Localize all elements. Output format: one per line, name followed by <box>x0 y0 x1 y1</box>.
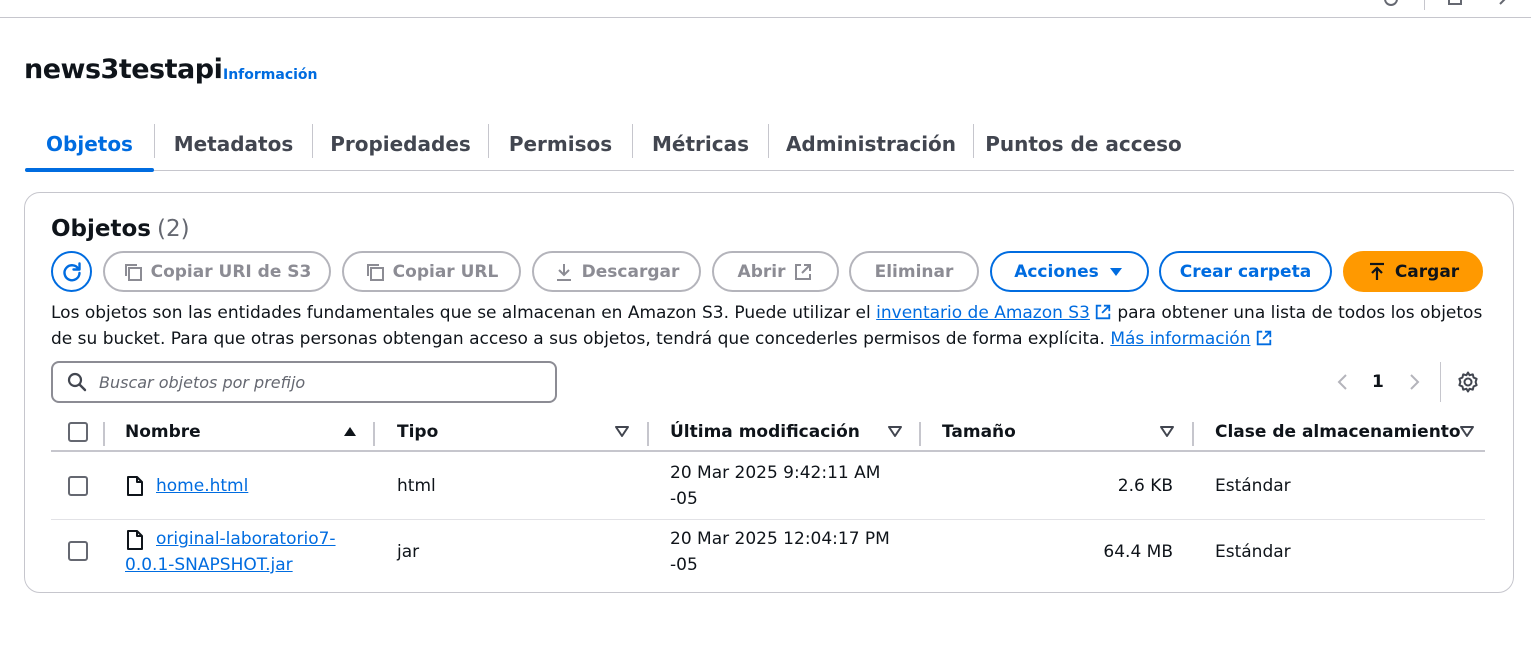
table-row: home.html html 20 Mar 2025 9:42:11 AM -0… <box>51 452 1485 520</box>
copy-icon <box>124 263 142 281</box>
tab-metadata[interactable]: Metadatos <box>155 118 312 170</box>
object-storage-class: Estándar <box>1215 476 1291 496</box>
upload-button[interactable]: Cargar <box>1343 251 1483 292</box>
download-button[interactable]: Descargar <box>532 251 701 292</box>
external-link-icon <box>1095 304 1111 320</box>
sort-icon[interactable] <box>614 424 630 438</box>
copy-icon <box>366 263 384 281</box>
upload-label: Cargar <box>1394 261 1460 282</box>
copy-uri-label: Copiar URI de S3 <box>150 261 312 282</box>
file-icon <box>127 476 143 496</box>
tab-objects[interactable]: Objetos <box>25 118 154 172</box>
delete-button[interactable]: Eliminar <box>849 251 979 292</box>
object-name-cell: original-laboratorio7- 0.0.1-SNAPSHOT.ja… <box>125 526 365 578</box>
notifications-icon[interactable] <box>1448 0 1462 6</box>
object-name-link-line1[interactable]: original-laboratorio7- <box>156 529 336 549</box>
object-size: 2.6 KB <box>1117 476 1173 496</box>
actions-label: Acciones <box>1014 261 1099 282</box>
object-type: html <box>397 476 436 496</box>
actions-dropdown[interactable]: Acciones <box>990 251 1149 292</box>
open-button[interactable]: Abrir <box>712 251 839 292</box>
column-header-type[interactable]: Tipo <box>397 422 438 442</box>
external-link-icon <box>1256 330 1271 346</box>
object-storage-class: Estándar <box>1215 542 1291 562</box>
settings-top-icon[interactable] <box>1498 0 1512 6</box>
column-separator <box>373 422 375 446</box>
object-name-cell: home.html <box>156 473 248 499</box>
info-link[interactable]: Información <box>223 67 318 83</box>
column-header-storage-class[interactable]: Clase de almacenamiento <box>1215 422 1461 442</box>
external-link-icon <box>795 263 812 280</box>
object-size: 64.4 MB <box>1103 542 1173 562</box>
current-page-number[interactable]: 1 <box>1372 372 1384 392</box>
row-checkbox[interactable] <box>68 541 88 561</box>
object-name-link-line2[interactable]: 0.0.1-SNAPSHOT.jar <box>125 555 293 575</box>
pagination-divider <box>1440 362 1441 402</box>
download-icon <box>556 263 571 281</box>
more-info-link-label: Más información <box>1110 329 1251 349</box>
column-separator <box>919 422 921 446</box>
copy-url-button[interactable]: Copiar URL <box>342 251 521 292</box>
search-icon <box>67 372 87 392</box>
column-separator <box>103 422 105 446</box>
search-input[interactable] <box>99 372 519 392</box>
object-type: jar <box>397 542 420 562</box>
delete-label: Eliminar <box>874 261 954 282</box>
upload-icon <box>1369 262 1384 280</box>
topbar-divider <box>1424 0 1425 10</box>
object-name-link[interactable]: home.html <box>156 476 248 496</box>
row-checkbox[interactable] <box>68 476 88 496</box>
table-row: original-laboratorio7- 0.0.1-SNAPSHOT.ja… <box>51 520 1485 584</box>
inventory-link[interactable]: inventario de Amazon S3 <box>876 303 1112 323</box>
sort-icon[interactable] <box>1459 424 1475 438</box>
column-header-size[interactable]: Tamaño <box>942 422 1016 442</box>
create-folder-label: Crear carpeta <box>1179 261 1312 282</box>
page-title: news3testapi <box>24 54 223 85</box>
objects-title: Objetos <box>51 216 151 242</box>
more-info-link[interactable]: Más información <box>1110 329 1272 349</box>
column-header-name[interactable]: Nombre <box>125 422 201 442</box>
search-box <box>51 361 557 403</box>
objects-heading: Objetos (2) <box>51 216 190 242</box>
copy-uri-button[interactable]: Copiar URI de S3 <box>103 251 331 292</box>
select-all-checkbox[interactable] <box>68 422 88 442</box>
objects-count: (2) <box>157 216 190 242</box>
tab-management[interactable]: Administración <box>769 118 973 170</box>
last-modified-timezone: -05 <box>670 489 698 509</box>
gear-icon[interactable] <box>1456 370 1480 394</box>
copy-url-label: Copiar URL <box>392 261 499 282</box>
download-label: Descargar <box>581 261 680 282</box>
refresh-button[interactable] <box>51 251 92 292</box>
tab-permissions[interactable]: Permisos <box>489 118 632 170</box>
column-header-last-modified[interactable]: Última modificación <box>670 422 860 442</box>
refresh-icon <box>62 261 81 281</box>
caret-down-icon <box>1109 267 1122 276</box>
tab-bar: Objetos Metadatos Propiedades Permisos M… <box>25 118 1514 172</box>
previous-page-icon[interactable] <box>1335 372 1349 392</box>
objects-table-header: Nombre Tipo Última modificación Tamaño C… <box>51 414 1485 452</box>
top-navigation-bar <box>0 0 1531 18</box>
help-icon[interactable] <box>1384 0 1398 6</box>
last-modified-datetime: 20 Mar 2025 9:42:11 AM <box>670 463 881 483</box>
sort-ascending-icon[interactable] <box>342 424 358 438</box>
object-last-modified: 20 Mar 2025 9:42:11 AM -05 <box>670 460 880 512</box>
next-page-icon[interactable] <box>1408 372 1422 392</box>
sort-icon[interactable] <box>887 424 903 438</box>
column-separator <box>647 422 649 446</box>
description-text-1: Los objetos son las entidades fundamenta… <box>51 303 877 323</box>
objects-description: Los objetos son las entidades fundamenta… <box>51 300 1491 352</box>
last-modified-timezone: -05 <box>670 555 698 575</box>
inventory-link-label: inventario de Amazon S3 <box>876 303 1090 323</box>
create-folder-button[interactable]: Crear carpeta <box>1159 251 1332 292</box>
last-modified-datetime: 20 Mar 2025 12:04:17 PM <box>670 529 890 549</box>
tab-properties[interactable]: Propiedades <box>313 118 488 170</box>
object-last-modified: 20 Mar 2025 12:04:17 PM -05 <box>670 526 890 578</box>
tab-metrics[interactable]: Métricas <box>633 118 768 170</box>
sort-icon[interactable] <box>1159 424 1175 438</box>
open-label: Abrir <box>737 261 786 282</box>
column-separator <box>1192 422 1194 446</box>
tab-access-points[interactable]: Puntos de acceso <box>974 118 1193 170</box>
